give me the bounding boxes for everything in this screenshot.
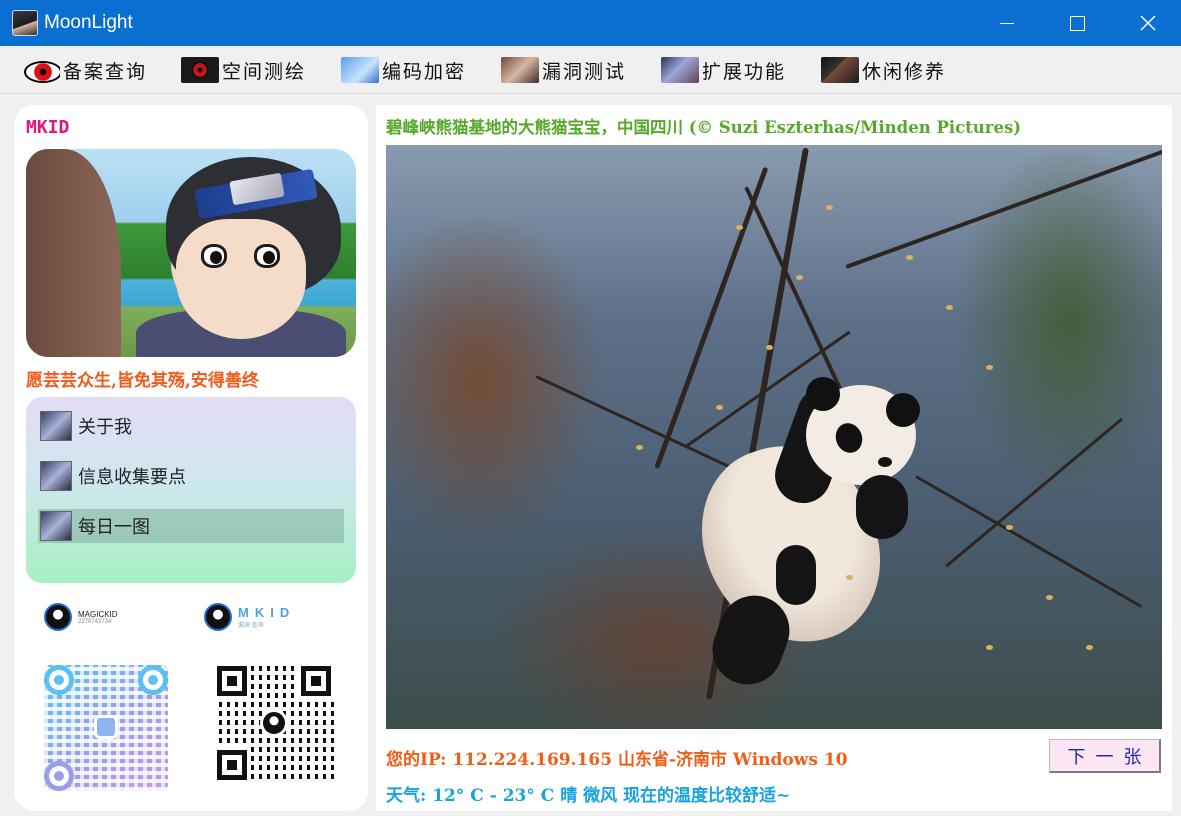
toolbar-item-label: 空间测绘 — [222, 60, 307, 83]
window-title: MoonLight — [44, 12, 133, 33]
toolbar-item-space-mapping[interactable]: 空间测绘 — [181, 56, 306, 84]
qq-number: 2270743734 — [78, 618, 112, 625]
sidebar-item-about-me[interactable]: 关于我 — [38, 409, 344, 443]
app-icon — [12, 10, 38, 36]
minimize-button[interactable] — [978, 0, 1036, 46]
portrait-icon — [40, 461, 72, 491]
avatar-image — [26, 149, 356, 357]
sidebar-item-info-gathering[interactable]: 信息收集要点 — [38, 459, 344, 493]
group-logo-text: MKID — [238, 605, 296, 620]
next-image-button[interactable]: 下一张 — [1049, 739, 1161, 773]
toolbar-item-vuln-test[interactable]: 漏洞测试 — [501, 56, 626, 84]
qq-group-card: MKID 漏洞 查询 — [204, 599, 295, 635]
toolbar-item-label: 漏洞测试 — [542, 60, 627, 83]
maximize-icon — [1069, 15, 1085, 31]
motto-text: 愿芸芸众生,皆免其殇,安得善终 — [26, 371, 259, 391]
toolbar-item-leisure[interactable]: 休闲修养 — [821, 56, 946, 84]
sidebar-item-label: 每日一图 — [78, 517, 150, 538]
main-panel: 碧峰峡熊猫基地的大熊猫宝宝，中国四川 (© Suzi Eszterhas/Min… — [376, 105, 1172, 811]
title-bar[interactable]: MoonLight — [0, 0, 1181, 46]
panda — [679, 345, 926, 695]
toolbar: 备案查询 空间测绘 编码加密 漏洞测试 扩展功能 休闲修养 — [0, 46, 1181, 94]
ninja-portrait-icon — [821, 57, 859, 83]
weather-info-text: 天气: 12° C - 23° C 晴 微风 现在的温度比较舒适~ — [386, 786, 791, 806]
sidebar-item-label: 关于我 — [78, 417, 132, 438]
close-button[interactable] — [1119, 0, 1177, 46]
toolbar-item-extensions[interactable]: 扩展功能 — [661, 56, 786, 84]
daily-photo — [386, 145, 1162, 729]
portrait-icon — [40, 411, 72, 441]
maximize-button[interactable] — [1048, 0, 1106, 46]
toolbar-item-label: 编码加密 — [382, 60, 467, 83]
qq-cards: MAGICKID 2270743734 MKID 漏洞 查询 — [44, 599, 344, 639]
sidebar-item-label: 信息收集要点 — [78, 467, 186, 488]
minimize-icon — [1000, 22, 1014, 24]
photo-caption: 碧峰峡熊猫基地的大熊猫宝宝，中国四川 (© Suzi Eszterhas/Min… — [386, 118, 1022, 137]
sharingan-icon — [181, 57, 219, 83]
qq-penguin-icon — [260, 709, 288, 737]
toolbar-item-label: 扩展功能 — [702, 60, 787, 83]
brand-title: MKID — [26, 117, 70, 138]
toolbar-item-beian[interactable]: 备案查询 — [22, 56, 147, 84]
anime-eye-portrait-icon — [501, 57, 539, 83]
qq-name: MAGICKID — [78, 609, 118, 619]
qq-qr-code — [44, 665, 168, 791]
sidebar-menu: 关于我 信息收集要点 每日一图 — [26, 397, 356, 583]
toolbar-item-encoding[interactable]: 编码加密 — [341, 56, 466, 84]
group-sub-text: 漏洞 查询 — [238, 623, 264, 629]
doraemon-icon — [341, 57, 379, 83]
qq-contact-card: MAGICKID 2270743734 — [44, 599, 118, 635]
toolbar-item-label: 备案查询 — [63, 60, 148, 83]
group-qr-code — [214, 663, 334, 783]
lock-icon — [94, 715, 118, 739]
toolbar-item-label: 休闲修养 — [862, 60, 947, 83]
sidebar-panel: MKID 愿芸芸众生,皆免其殇,安得善终 关于我 信息收集要点 每日一图 MAG… — [14, 105, 368, 811]
close-icon — [1140, 15, 1156, 31]
sidebar-item-daily-picture[interactable]: 每日一图 — [38, 509, 344, 543]
portrait-icon — [40, 511, 72, 541]
ip-info-text: 您的IP: 112.224.169.165 山东省-济南市 Windows 10 — [386, 750, 848, 770]
anime-portrait-icon — [661, 57, 699, 83]
qq-penguin-icon — [204, 603, 232, 631]
sharingan-eye-icon — [22, 57, 60, 83]
qq-penguin-icon — [44, 603, 72, 631]
